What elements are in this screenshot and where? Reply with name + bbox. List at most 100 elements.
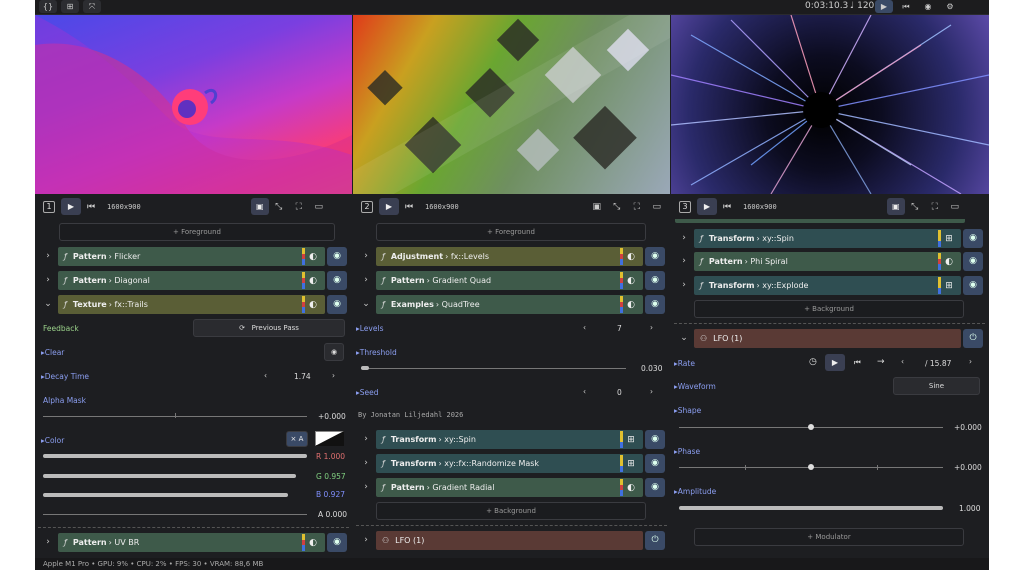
threshold-slider[interactable] <box>361 368 626 369</box>
play-icon[interactable]: ▶ <box>875 0 893 13</box>
chevron-right-icon[interactable]: › <box>356 531 376 550</box>
chevron-right-icon[interactable]: › <box>38 271 58 290</box>
layer-bar[interactable]: ƒ Adjustment › fx::Levels ◐ <box>376 247 643 266</box>
viewer-1-canvas[interactable] <box>35 15 352 194</box>
red-slider[interactable] <box>43 454 307 458</box>
fullscreen-icon[interactable]: ⛶ <box>925 202 945 212</box>
layer-row[interactable]: › ƒ Transform › xy::Spin ⊞ ◉ <box>356 430 667 449</box>
layer-row[interactable]: › ƒ Transform › xy::Explode ⊞ ◉ <box>674 276 985 295</box>
eye-icon[interactable]: ◉ <box>327 271 347 290</box>
power-icon[interactable]: ⏻ <box>645 531 665 550</box>
grid-toggle-icon[interactable]: ⊞ <box>625 459 637 469</box>
phase-knob[interactable] <box>808 464 814 470</box>
shrink-icon[interactable]: ⤧ <box>83 0 101 13</box>
grid-toggle-icon[interactable]: ⊞ <box>943 281 955 291</box>
layer-bar[interactable]: ƒ Examples › QuadTree ◐ <box>376 295 643 314</box>
contrast-icon[interactable]: ◐ <box>307 276 319 286</box>
rate-increment-icon[interactable]: › <box>969 357 972 366</box>
chevron-right-icon[interactable]: › <box>356 430 376 449</box>
contrast-icon[interactable]: ◐ <box>625 252 637 262</box>
lfo-row[interactable]: ⌄ ⚇ LFO (1) ⏻ <box>674 329 985 348</box>
chevron-right-icon[interactable]: › <box>38 533 58 552</box>
fit-icon[interactable]: ▣ <box>250 198 269 215</box>
rewind-icon[interactable]: ⏮ <box>399 202 419 212</box>
layer-row[interactable]: › ƒ Adjustment › fx::Levels ◐ ◉ <box>356 247 667 266</box>
play-button[interactable]: ▶ <box>697 198 717 215</box>
viewer-2-canvas[interactable] <box>353 15 670 194</box>
layer-bar[interactable]: ƒ Transform › xy::Spin ⊞ <box>694 229 961 248</box>
rewind-icon[interactable]: ⏮ <box>717 202 737 212</box>
contrast-icon[interactable]: ◐ <box>307 300 319 310</box>
rewind-icon[interactable]: ⏮ <box>897 0 915 13</box>
gear-icon[interactable]: ⚙ <box>941 0 959 13</box>
alpha-slider[interactable] <box>43 514 307 515</box>
seed-increment-icon[interactable]: › <box>650 387 653 396</box>
layer-row[interactable]: › ƒ Pattern › UV BR ◐ ◉ <box>38 533 349 552</box>
layer-row[interactable]: › ƒ Pattern › Flicker ◐ ◉ <box>38 247 349 266</box>
display-icon[interactable]: ▭ <box>945 202 965 212</box>
layer-row[interactable]: ⌄ ƒ Texture › fx::Trails ◐ ◉ <box>38 295 349 314</box>
record-icon[interactable]: ◉ <box>919 0 937 13</box>
eye-icon[interactable]: ◉ <box>645 295 665 314</box>
contrast-icon[interactable]: ◐ <box>943 257 955 267</box>
chevron-right-icon[interactable]: › <box>674 276 694 295</box>
layer-row[interactable]: › ƒ Pattern › Phi Spiral ◐ ◉ <box>674 252 985 271</box>
layer-bar[interactable]: ƒ Transform › xy::fx::Randomize Mask ⊞ <box>376 454 643 473</box>
seed-decrement-icon[interactable]: ‹ <box>583 387 586 396</box>
layer-row[interactable]: › ƒ Pattern › Gradient Radial ◐ ◉ <box>356 478 667 497</box>
layer-bar[interactable]: ƒ Transform › xy::Spin ⊞ <box>376 430 643 449</box>
layer-bar[interactable]: ƒ Pattern › Gradient Radial ◐ <box>376 478 643 497</box>
fullscreen-icon[interactable]: ⛶ <box>289 202 309 212</box>
chevron-right-icon[interactable]: › <box>356 271 376 290</box>
contrast-icon[interactable]: ◐ <box>625 483 637 493</box>
resize-icon[interactable]: ⤡ <box>905 202 925 212</box>
lfo-play-button[interactable]: ▶ <box>825 354 845 371</box>
lfo-bar[interactable]: ⚇ LFO (1) <box>376 531 643 550</box>
add-foreground-button[interactable]: + Foreground <box>59 223 335 241</box>
decay-increment-icon[interactable]: › <box>332 371 335 380</box>
play-button[interactable]: ▶ <box>61 198 81 215</box>
layer-row[interactable]: ⌄ ƒ Examples › QuadTree ◐ ◉ <box>356 295 667 314</box>
resize-icon[interactable]: ⤡ <box>607 202 627 212</box>
chevron-down-icon[interactable]: ⌄ <box>356 295 376 314</box>
eye-icon[interactable]: ◉ <box>327 295 347 314</box>
eye-icon[interactable]: ◉ <box>327 247 347 266</box>
green-slider[interactable] <box>43 474 296 478</box>
fit-icon[interactable]: ▣ <box>886 198 905 215</box>
eye-icon[interactable]: ◉ <box>645 478 665 497</box>
power-icon[interactable]: ⏻ <box>963 329 983 348</box>
add-background-button[interactable]: + Background <box>376 502 646 520</box>
lfo-rewind-icon[interactable]: ⏮ <box>854 358 861 368</box>
layer-bar[interactable]: ƒ Transform › xy::Explode ⊞ <box>694 276 961 295</box>
layer-row[interactable]: › ƒ Transform › xy::Spin ⊞ ◉ <box>674 229 985 248</box>
clock-icon[interactable]: ◷ <box>809 357 817 367</box>
code-braces-icon[interactable]: {} <box>39 0 57 13</box>
levels-decrement-icon[interactable]: ‹ <box>583 323 586 332</box>
add-modulator-button[interactable]: + Modulator <box>694 528 964 546</box>
eye-icon[interactable]: ◉ <box>963 229 983 248</box>
chevron-right-icon[interactable]: › <box>356 478 376 497</box>
contrast-icon[interactable]: ◐ <box>307 538 319 548</box>
fit-icon[interactable]: ▣ <box>587 202 607 212</box>
previous-pass-button[interactable]: ⟳ Previous Pass <box>193 319 345 337</box>
layer-bar[interactable]: ƒ Pattern › Phi Spiral ◐ <box>694 252 961 271</box>
eye-icon[interactable]: ◉ <box>963 276 983 295</box>
levels-increment-icon[interactable]: › <box>650 323 653 332</box>
chevron-right-icon[interactable]: › <box>674 229 694 248</box>
viewer-3-canvas[interactable] <box>671 15 989 194</box>
arrow-right-icon[interactable]: → <box>877 357 885 367</box>
chevron-right-icon[interactable]: › <box>356 247 376 266</box>
grid-toggle-icon[interactable]: ⊞ <box>943 234 955 244</box>
eye-icon[interactable]: ◉ <box>645 271 665 290</box>
clear-trigger-icon[interactable]: ◉ <box>324 343 344 361</box>
layer-row[interactable]: › ƒ Pattern › Gradient Quad ◐ ◉ <box>356 271 667 290</box>
fullscreen-icon[interactable]: ⛶ <box>627 202 647 212</box>
grid-icon[interactable]: ⊞ <box>61 0 79 13</box>
blue-slider[interactable] <box>43 493 288 497</box>
color-preview-swatch[interactable] <box>315 431 344 446</box>
lfo-row[interactable]: › ⚇ LFO (1) ⏻ <box>356 531 667 550</box>
rate-decrement-icon[interactable]: ‹ <box>901 357 904 366</box>
chevron-right-icon[interactable]: › <box>356 454 376 473</box>
chevron-down-icon[interactable]: ⌄ <box>38 295 58 314</box>
grid-toggle-icon[interactable]: ⊞ <box>625 435 637 445</box>
